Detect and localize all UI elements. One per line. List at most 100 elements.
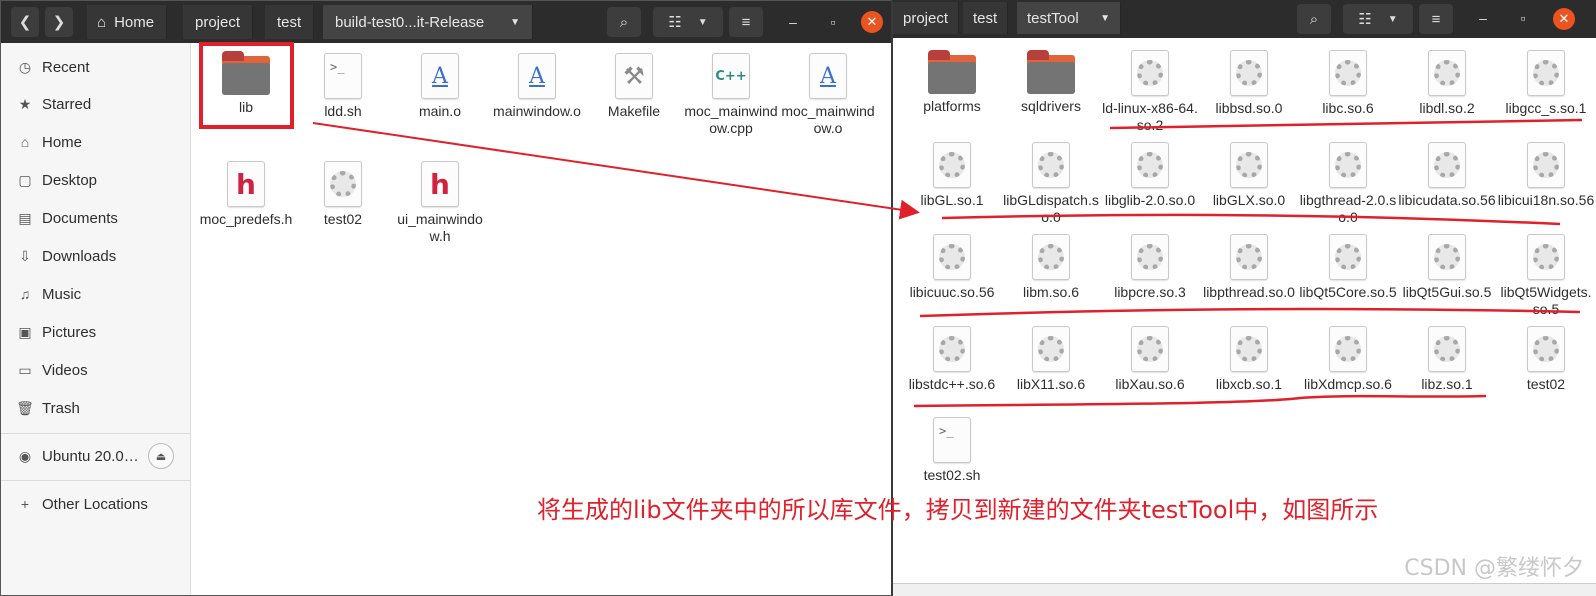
file-item[interactable]: libicui18n.so.56: [1497, 142, 1595, 209]
sidebar-divider: [1, 480, 190, 481]
file-item[interactable]: libz.so.1: [1398, 326, 1496, 393]
sidebar-item-documents[interactable]: ▤ Documents: [1, 200, 190, 236]
search-button[interactable]: ⌕: [607, 7, 641, 37]
file-item[interactable]: libicudata.so.56: [1398, 142, 1496, 209]
file-item[interactable]: libicuuc.so.56: [903, 234, 1001, 301]
sidebar-item-label: Starred: [42, 95, 92, 113]
sidebar-item-music[interactable]: ♫ Music: [1, 276, 190, 312]
file-label: libm.so.6: [1022, 284, 1080, 300]
file-label: libstdc++.so.6: [908, 376, 996, 392]
file-item[interactable]: libXau.so.6: [1101, 326, 1199, 393]
file-item-test02[interactable]: test02: [295, 161, 391, 228]
file-item[interactable]: libX11.so.6: [1002, 326, 1100, 393]
file-label: libbsd.so.0: [1215, 100, 1283, 116]
file-item[interactable]: libXdmcp.so.6: [1299, 326, 1397, 393]
breadcrumb-project[interactable]: project: [893, 2, 960, 34]
close-button[interactable]: ✕: [861, 11, 883, 33]
minimize-button[interactable]: –: [785, 14, 801, 30]
view-toggle-button[interactable]: ☷ ▼: [653, 7, 723, 37]
close-button[interactable]: ✕: [1553, 8, 1575, 30]
sidebar-item-device[interactable]: ◉ Ubuntu 20.0… ⏏: [1, 438, 190, 474]
disc-icon: ◉: [18, 447, 32, 464]
search-icon: ⌕: [619, 13, 629, 31]
dropdown-arrow-icon: ▼: [1100, 12, 1110, 24]
sidebar-item-pictures[interactable]: ▣ Pictures: [1, 314, 190, 350]
back-button[interactable]: ❮: [11, 7, 39, 37]
breadcrumb-current[interactable]: build-test0...it-Release ▼: [323, 5, 533, 39]
list-view-icon: ☷: [668, 14, 682, 31]
file-item[interactable]: libpcre.so.3: [1101, 234, 1199, 301]
executable-gear-icon: [1230, 234, 1268, 280]
executable-gear-icon: [1329, 142, 1367, 188]
menu-button[interactable]: ≡: [1419, 4, 1453, 34]
file-item[interactable]: sqldrivers: [1002, 50, 1100, 115]
file-label: libX11.so.6: [1016, 376, 1086, 392]
file-item[interactable]: libglib-2.0.so.0: [1101, 142, 1199, 209]
file-item-mainwindow-o[interactable]: A mainwindow.o: [489, 53, 585, 120]
file-item-moc-mainwindow-o[interactable]: A moc_mainwindow.o: [780, 53, 876, 137]
file-item[interactable]: libgcc_s.so.1: [1497, 50, 1595, 117]
file-item[interactable]: libGLX.so.0: [1200, 142, 1298, 209]
file-item-ui-mainwindow-h[interactable]: h ui_mainwindow.h: [392, 161, 488, 245]
file-item[interactable]: libstdc++.so.6: [903, 326, 1001, 393]
file-item[interactable]: libbsd.so.0: [1200, 50, 1298, 117]
breadcrumb-home[interactable]: ⌂ Home: [87, 5, 168, 39]
file-item-main-o[interactable]: A main.o: [392, 53, 488, 120]
sidebar-item-starred[interactable]: ★ Starred: [1, 86, 190, 122]
object-file-icon: A: [518, 53, 556, 99]
executable-gear-icon: [1428, 326, 1466, 372]
maximize-button[interactable]: ▫: [1515, 10, 1531, 26]
view-toggle-button[interactable]: ☷ ▼: [1343, 4, 1413, 34]
file-label: libz.so.1: [1421, 376, 1473, 392]
file-label: ld-linux-x86-64.so.2: [1102, 100, 1198, 133]
file-item-ldd-sh[interactable]: >_ ldd.sh: [295, 53, 391, 120]
file-item[interactable]: libdl.so.2: [1398, 50, 1496, 117]
file-item-makefile[interactable]: ⚒ Makefile: [586, 53, 682, 120]
file-label: libicudata.so.56: [1398, 192, 1496, 208]
file-item[interactable]: libgthread-2.0.so.0: [1299, 142, 1397, 226]
file-label: libxcb.so.1: [1215, 376, 1283, 392]
breadcrumb-current[interactable]: testTool ▼: [1017, 2, 1121, 34]
file-label: libgcc_s.so.1: [1505, 100, 1587, 116]
sidebar-item-trash[interactable]: 🗑 Trash: [1, 390, 190, 426]
file-item[interactable]: libQt5Widgets.so.5: [1497, 234, 1595, 318]
sidebar-item-desktop[interactable]: ▢ Desktop: [1, 162, 190, 198]
eject-button[interactable]: ⏏: [148, 443, 174, 469]
sidebar-item-home[interactable]: ⌂ Home: [1, 124, 190, 160]
search-button[interactable]: ⌕: [1297, 4, 1331, 34]
file-item[interactable]: >_ test02.sh: [903, 417, 1001, 484]
file-item-moc-predefs-h[interactable]: h moc_predefs.h: [198, 161, 294, 228]
file-item[interactable]: test02: [1497, 326, 1595, 393]
file-item[interactable]: platforms: [903, 50, 1001, 115]
maximize-button[interactable]: ▫: [825, 14, 841, 30]
makefile-hammer-icon: ⚒: [615, 53, 653, 99]
sidebar-item-videos[interactable]: ▭ Videos: [1, 352, 190, 388]
file-item[interactable]: libGLdispatch.so.0: [1002, 142, 1100, 226]
file-item[interactable]: libGL.so.1: [903, 142, 1001, 209]
file-item[interactable]: libQt5Core.so.5: [1299, 234, 1397, 301]
menu-button[interactable]: ≡: [729, 7, 763, 37]
minimize-button[interactable]: –: [1475, 10, 1491, 26]
forward-button[interactable]: ❯: [45, 7, 73, 37]
executable-gear-icon: [324, 161, 362, 207]
sidebar-item-downloads[interactable]: ⇩ Downloads: [1, 238, 190, 274]
executable-gear-icon: [1131, 234, 1169, 280]
executable-gear-icon: [1527, 234, 1565, 280]
sidebar-item-recent[interactable]: ◷ Recent: [1, 49, 190, 85]
breadcrumb-test[interactable]: test: [963, 2, 1009, 34]
file-item[interactable]: libxcb.so.1: [1200, 326, 1298, 393]
breadcrumb-test[interactable]: test: [265, 5, 315, 39]
sidebar-item-other-locations[interactable]: + Other Locations: [1, 486, 190, 522]
file-item-moc-mainwindow-cpp[interactable]: C++ moc_mainwindow.cpp: [683, 53, 779, 137]
file-item[interactable]: ld-linux-x86-64.so.2: [1101, 50, 1199, 134]
sidebar-item-label: Recent: [42, 58, 90, 76]
file-item[interactable]: libQt5Gui.so.5: [1398, 234, 1496, 301]
folder-icon: [928, 50, 976, 94]
pictures-icon: ▣: [18, 323, 32, 340]
breadcrumb-project[interactable]: project: [183, 5, 254, 39]
file-item[interactable]: libpthread.so.0: [1200, 234, 1298, 301]
breadcrumb-label: test: [973, 9, 998, 27]
dropdown-arrow-icon: ▼: [697, 16, 708, 28]
file-item[interactable]: libm.so.6: [1002, 234, 1100, 301]
file-item[interactable]: libc.so.6: [1299, 50, 1397, 117]
